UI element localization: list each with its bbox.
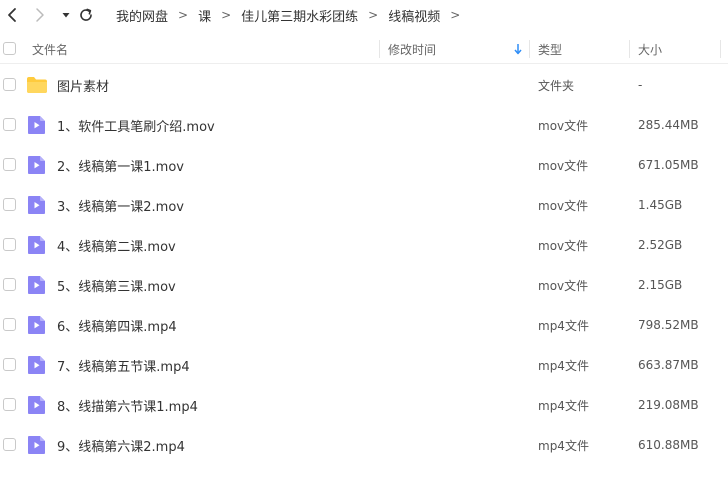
breadcrumb-item[interactable]: 线稿视频: [388, 6, 440, 25]
file-size: 1.45GB: [638, 198, 683, 212]
file-row[interactable]: 8、线描第六节课1.mp4 mp4文件 219.08MB: [0, 385, 728, 425]
row-checkbox[interactable]: [3, 278, 16, 291]
video-file-icon: [26, 315, 48, 335]
column-divider[interactable]: [720, 40, 721, 58]
video-file-icon: [26, 355, 48, 375]
file-name[interactable]: 图片素材: [57, 65, 109, 105]
video-file-icon: [26, 115, 48, 135]
file-name[interactable]: 8、线描第六节课1.mp4: [57, 385, 198, 425]
column-type-header[interactable]: 类型: [538, 34, 562, 64]
column-modified-header[interactable]: 修改时间: [388, 34, 528, 64]
column-divider[interactable]: [529, 40, 530, 58]
file-type: mp4文件: [538, 398, 589, 413]
column-size-header[interactable]: 大小: [638, 34, 662, 64]
chevron-left-icon: [8, 8, 16, 22]
chevron-right-icon: [36, 8, 44, 22]
file-type: mp4文件: [538, 318, 589, 333]
breadcrumb-separator: >: [368, 8, 379, 22]
refresh-button[interactable]: [76, 5, 96, 25]
breadcrumb-item[interactable]: 我的网盘: [116, 6, 168, 25]
file-name[interactable]: 5、线稿第三课.mov: [57, 265, 176, 305]
breadcrumb-item[interactable]: 佳儿第三期水彩团练: [241, 6, 358, 25]
file-size: -: [638, 78, 643, 92]
file-size: 2.15GB: [638, 278, 683, 292]
folder-icon: [26, 75, 48, 95]
column-modified-label: 修改时间: [388, 42, 437, 57]
column-name-header[interactable]: 文件名: [32, 34, 68, 64]
column-type-label: 类型: [538, 42, 563, 57]
row-checkbox[interactable]: [3, 158, 16, 171]
video-file-icon: [26, 275, 48, 295]
file-type: mov文件: [538, 118, 589, 133]
row-checkbox[interactable]: [3, 438, 16, 451]
row-checkbox[interactable]: [3, 118, 16, 131]
video-file-icon: [26, 155, 48, 175]
file-type: mov文件: [538, 238, 589, 253]
file-name[interactable]: 2、线稿第一课1.mov: [57, 145, 184, 185]
file-row[interactable]: 3、线稿第一课2.mov mov文件 1.45GB: [0, 185, 728, 225]
breadcrumb: 我的网盘 > 课 > 佳儿第三期水彩团练 > 线稿视频 >: [116, 0, 470, 30]
breadcrumb-item[interactable]: 课: [198, 6, 211, 25]
sort-descending-icon: [514, 44, 522, 55]
file-name[interactable]: 9、线稿第六课2.mp4: [57, 425, 185, 465]
breadcrumb-separator: >: [450, 8, 461, 22]
video-file-icon: [26, 395, 48, 415]
row-checkbox[interactable]: [3, 358, 16, 371]
file-type: mov文件: [538, 278, 589, 293]
caret-down-icon: [62, 13, 70, 18]
row-checkbox[interactable]: [3, 198, 16, 211]
back-button[interactable]: [2, 5, 22, 25]
file-name[interactable]: 6、线稿第四课.mp4: [57, 305, 177, 345]
file-size: 285.44MB: [638, 118, 699, 132]
file-size: 663.87MB: [638, 358, 699, 372]
breadcrumb-separator: >: [221, 8, 232, 22]
file-row[interactable]: 2、线稿第一课1.mov mov文件 671.05MB: [0, 145, 728, 185]
file-row[interactable]: 6、线稿第四课.mp4 mp4文件 798.52MB: [0, 305, 728, 345]
row-checkbox[interactable]: [3, 78, 16, 91]
forward-button[interactable]: [30, 5, 50, 25]
row-checkbox[interactable]: [3, 238, 16, 251]
refresh-icon: [80, 8, 92, 21]
history-dropdown-button[interactable]: [56, 5, 76, 25]
file-name[interactable]: 3、线稿第一课2.mov: [57, 185, 184, 225]
file-size: 610.88MB: [638, 438, 699, 452]
breadcrumb-separator: >: [178, 8, 189, 22]
file-type: mp4文件: [538, 358, 589, 373]
file-type: mp4文件: [538, 438, 589, 453]
file-row[interactable]: 图片素材 文件夹 -: [0, 65, 728, 105]
file-name[interactable]: 7、线稿第五节课.mp4: [57, 345, 190, 385]
file-size: 219.08MB: [638, 398, 699, 412]
file-row[interactable]: 5、线稿第三课.mov mov文件 2.15GB: [0, 265, 728, 305]
file-row[interactable]: 9、线稿第六课2.mp4 mp4文件 610.88MB: [0, 425, 728, 465]
column-divider[interactable]: [629, 40, 630, 58]
file-size: 671.05MB: [638, 158, 699, 172]
column-name-label: 文件名: [32, 42, 69, 57]
file-type: mov文件: [538, 158, 589, 173]
video-file-icon: [26, 235, 48, 255]
column-divider[interactable]: [379, 40, 380, 58]
file-row[interactable]: 1、软件工具笔刷介绍.mov mov文件 285.44MB: [0, 105, 728, 145]
video-file-icon: [26, 195, 48, 215]
file-size: 2.52GB: [638, 238, 683, 252]
select-all-checkbox[interactable]: [3, 42, 16, 55]
file-row[interactable]: 4、线稿第二课.mov mov文件 2.52GB: [0, 225, 728, 265]
file-row[interactable]: 7、线稿第五节课.mp4 mp4文件 663.87MB: [0, 345, 728, 385]
file-size: 798.52MB: [638, 318, 699, 332]
row-checkbox[interactable]: [3, 398, 16, 411]
video-file-icon: [26, 435, 48, 455]
file-name[interactable]: 4、线稿第二课.mov: [57, 225, 176, 265]
toolbar: 我的网盘 > 课 > 佳儿第三期水彩团练 > 线稿视频 >: [0, 0, 728, 30]
file-name[interactable]: 1、软件工具笔刷介绍.mov: [57, 105, 215, 145]
file-type: mov文件: [538, 198, 589, 213]
column-header: 文件名 修改时间 类型 大小: [0, 34, 728, 64]
file-type: 文件夹: [538, 78, 575, 93]
column-size-label: 大小: [638, 42, 663, 57]
row-checkbox[interactable]: [3, 318, 16, 331]
